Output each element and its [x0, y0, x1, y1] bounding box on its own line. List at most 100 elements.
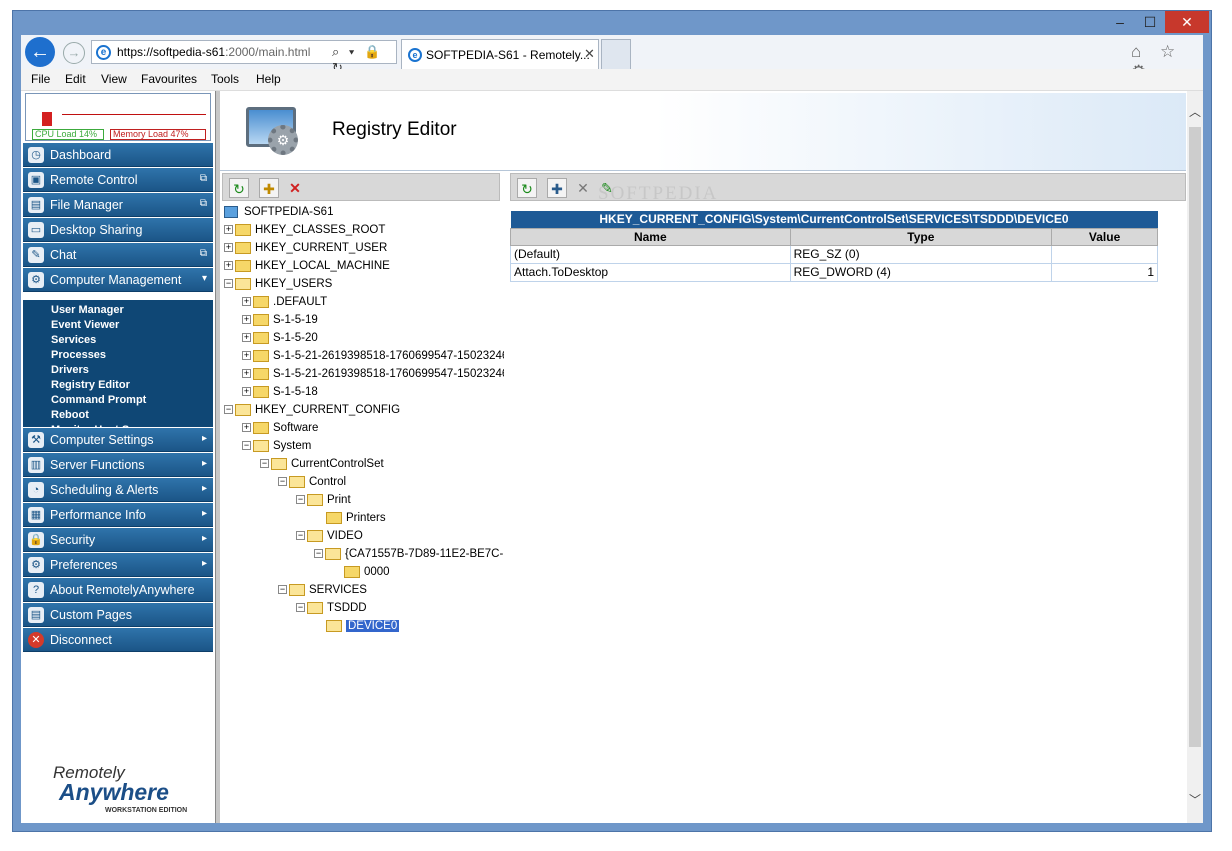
menu-tools[interactable]: Tools — [211, 72, 239, 86]
tree-node[interactable]: − HKEY_CURRENT_CONFIG — [224, 401, 400, 419]
sub-user-manager[interactable]: User Manager — [51, 304, 124, 316]
expand-icon[interactable]: ▾ — [202, 273, 207, 284]
tree-node[interactable]: + S-1-5-19 — [242, 311, 318, 329]
sub-command-prompt[interactable]: Command Prompt — [51, 394, 146, 406]
popout-icon[interactable]: ⧉ — [200, 173, 207, 184]
tree-root[interactable]: SOFTPEDIA-S61 — [224, 203, 333, 221]
expand-icon[interactable]: + — [224, 261, 233, 271]
nav-custom-pages[interactable]: ▤ Custom Pages — [23, 603, 213, 627]
address-bar[interactable]: e https://softpedia-s61:2000/main.html ⌕… — [91, 40, 397, 75]
collapse-icon[interactable]: − — [224, 405, 233, 415]
menu-edit[interactable]: Edit — [65, 72, 86, 86]
back-button[interactable]: ← — [25, 37, 55, 67]
refresh-icon[interactable]: ↻ — [229, 178, 249, 198]
sub-services[interactable]: Services — [51, 334, 96, 346]
tree-node[interactable]: Printers — [326, 509, 386, 527]
tree-node[interactable]: − SERVICES — [278, 581, 367, 599]
nav-dashboard[interactable]: ◷ Dashboard — [23, 143, 213, 167]
maximize-button[interactable]: ☐ — [1135, 11, 1165, 33]
tree-node[interactable]: − HKEY_USERS — [224, 275, 332, 293]
nav-computer-settings[interactable]: ⚒ Computer Settings ▸ — [23, 428, 213, 452]
nav-scheduling-alerts[interactable]: ◔ Scheduling & Alerts ▸ — [23, 478, 213, 502]
browser-tab[interactable]: e SOFTPEDIA-S61 - Remotely... ✕ — [401, 39, 599, 69]
nav-remote-control[interactable]: ▣ Remote Control ⧉ — [23, 168, 213, 192]
expand-icon[interactable]: + — [242, 297, 251, 307]
nav-server-functions[interactable]: ▥ Server Functions ▸ — [23, 453, 213, 477]
scroll-down-icon[interactable]: ﹀ — [1189, 791, 1201, 808]
nav-desktop-sharing[interactable]: ▭ Desktop Sharing — [23, 218, 213, 242]
tree-node[interactable]: + .DEFAULT — [242, 293, 327, 311]
nav-security[interactable]: 🔒 Security ▸ — [23, 528, 213, 552]
collapse-icon[interactable]: − — [260, 459, 269, 469]
tree-node[interactable]: + S-1-5-21-2619398518-1760699547-15023246 — [242, 365, 504, 383]
collapse-icon[interactable]: − — [278, 585, 287, 595]
nav-about[interactable]: ? About RemotelyAnywhere — [23, 578, 213, 602]
tree-node[interactable]: + HKEY_CLASSES_ROOT — [224, 221, 385, 239]
tree-node[interactable]: − Control — [278, 473, 346, 491]
new-key-icon[interactable]: ✚ — [259, 178, 279, 198]
vertical-scrollbar[interactable]: ︿ ﹀ — [1187, 91, 1203, 823]
tree-node[interactable]: + HKEY_LOCAL_MACHINE — [224, 257, 390, 275]
nav-preferences[interactable]: ⚙ Preferences ▸ — [23, 553, 213, 577]
expand-icon[interactable]: + — [224, 243, 233, 253]
expand-icon[interactable]: + — [242, 369, 251, 379]
tree-node[interactable]: + HKEY_CURRENT_USER — [224, 239, 387, 257]
tree-node[interactable]: − CurrentControlSet — [260, 455, 384, 473]
url-text[interactable]: https://softpedia-s61:2000/main.html — [117, 45, 310, 59]
collapse-icon[interactable]: − — [224, 279, 233, 289]
collapse-icon[interactable]: − — [242, 441, 251, 451]
nav-chat[interactable]: ✎ Chat ⧉ — [23, 243, 213, 267]
scroll-thumb[interactable] — [1189, 127, 1201, 747]
tree-node-selected[interactable]: DEVICE0 — [326, 617, 400, 635]
expand-icon[interactable]: + — [242, 315, 251, 325]
delete-icon[interactable]: ✕ — [573, 178, 593, 198]
tree-node[interactable]: + S-1-5-18 — [242, 383, 318, 401]
menu-help[interactable]: Help — [256, 72, 281, 86]
collapse-icon[interactable]: − — [314, 549, 323, 559]
new-value-icon[interactable]: ✚ — [547, 178, 567, 198]
close-button[interactable]: ✕ — [1165, 11, 1209, 33]
delete-icon[interactable]: ✕ — [285, 178, 305, 198]
tree-node[interactable]: + S-1-5-20 — [242, 329, 318, 347]
expand-icon[interactable]: + — [242, 387, 251, 397]
sub-reboot[interactable]: Reboot — [51, 409, 89, 421]
expand-icon[interactable]: + — [224, 225, 233, 235]
sub-event-viewer[interactable]: Event Viewer — [51, 319, 119, 331]
tree-node[interactable]: − {CA71557B-7D89-11E2-BE7C- — [314, 545, 503, 563]
collapse-icon[interactable]: − — [296, 531, 305, 541]
column-value[interactable]: Value — [1051, 227, 1158, 246]
tree-node[interactable]: 0000 — [344, 563, 390, 581]
column-name[interactable]: Name — [510, 227, 791, 246]
forward-button[interactable]: → — [63, 42, 85, 64]
new-tab-button[interactable] — [601, 39, 631, 69]
tree-node[interactable]: + Software — [242, 419, 318, 437]
refresh-icon[interactable]: ↻ — [517, 178, 537, 198]
column-type[interactable]: Type — [789, 227, 1053, 246]
sub-registry-editor[interactable]: Registry Editor — [51, 379, 130, 391]
table-row[interactable]: (Default) REG_SZ (0) — [510, 244, 1158, 264]
tab-close-icon[interactable]: ✕ — [584, 46, 595, 62]
collapse-icon[interactable]: − — [296, 603, 305, 613]
expand-icon[interactable]: + — [242, 333, 251, 343]
expand-icon[interactable]: + — [242, 423, 251, 433]
scroll-up-icon[interactable]: ︿ — [1189, 103, 1201, 120]
menu-file[interactable]: File — [31, 72, 50, 86]
sub-drivers[interactable]: Drivers — [51, 364, 89, 376]
table-row[interactable]: Attach.ToDesktop REG_DWORD (4) 1 — [510, 262, 1158, 282]
tree-node[interactable]: − Print — [296, 491, 351, 509]
tree-node[interactable]: − VIDEO — [296, 527, 363, 545]
nav-computer-management[interactable]: ⚙ Computer Management ▾ — [23, 268, 213, 292]
sub-processes[interactable]: Processes — [51, 349, 106, 361]
tree-node[interactable]: + S-1-5-21-2619398518-1760699547-15023246 — [242, 347, 504, 365]
minimize-button[interactable]: – — [1105, 11, 1135, 33]
menu-favourites[interactable]: Favourites — [141, 72, 197, 86]
tree-node[interactable]: − System — [242, 437, 311, 455]
collapse-icon[interactable]: − — [296, 495, 305, 505]
nav-performance-info[interactable]: ▦ Performance Info ▸ — [23, 503, 213, 527]
menu-view[interactable]: View — [101, 72, 127, 86]
popout-icon[interactable]: ⧉ — [200, 198, 207, 209]
tree-node[interactable]: − TSDDD — [296, 599, 367, 617]
expand-icon[interactable]: + — [242, 351, 251, 361]
popout-icon[interactable]: ⧉ — [200, 248, 207, 259]
collapse-icon[interactable]: − — [278, 477, 287, 487]
